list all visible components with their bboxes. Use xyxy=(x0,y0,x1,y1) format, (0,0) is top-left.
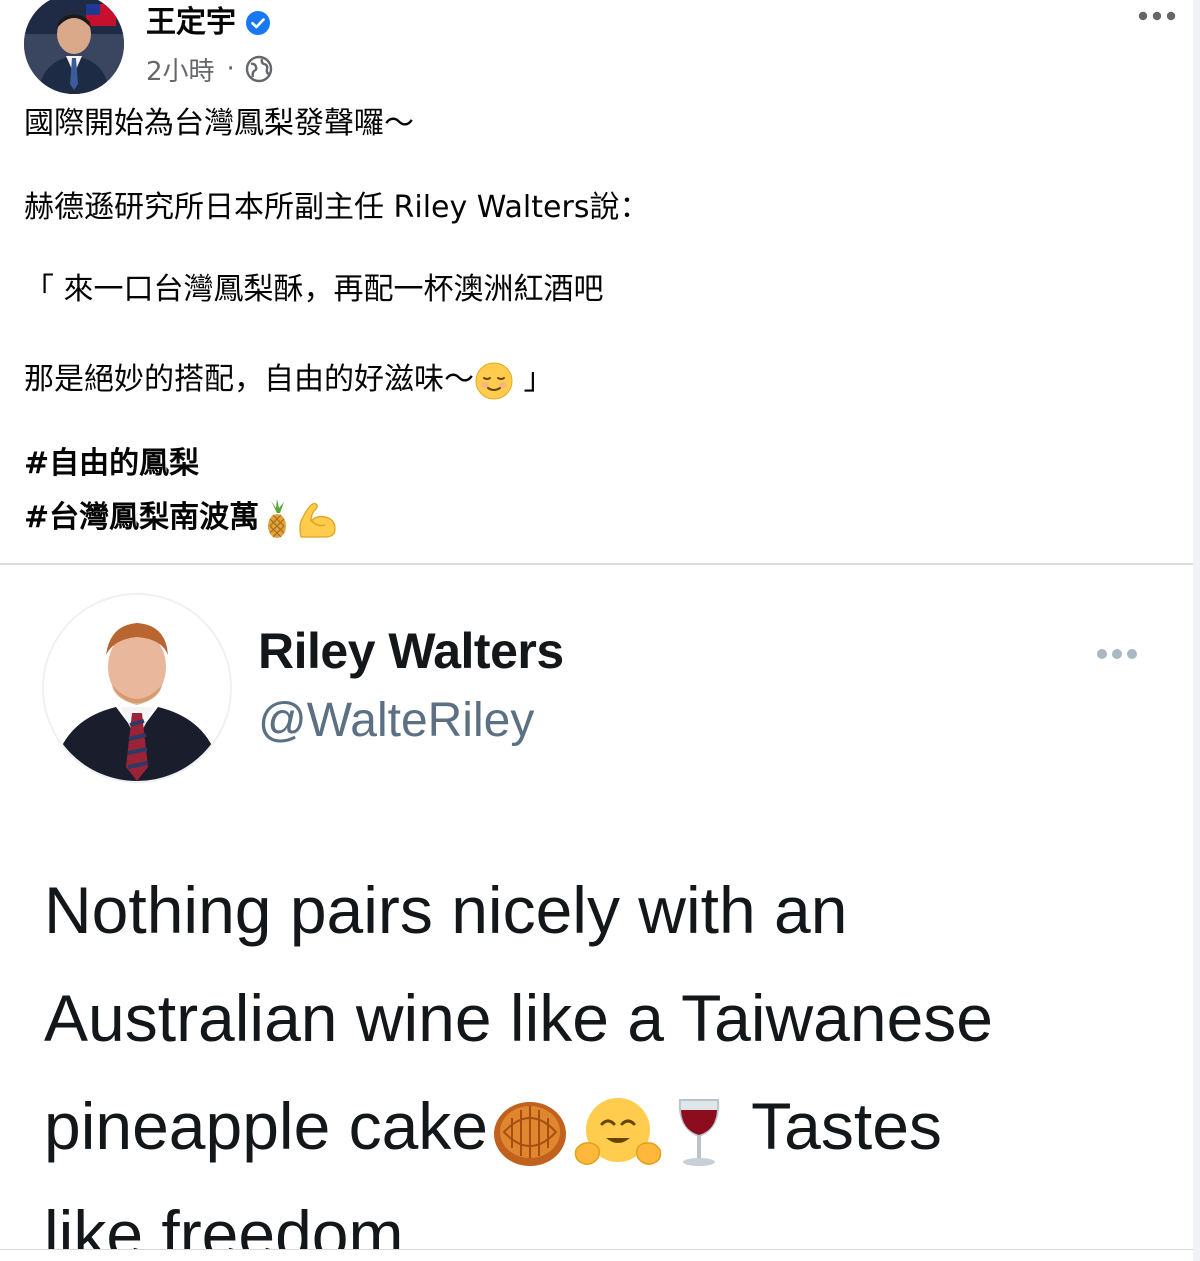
verified-badge-icon xyxy=(246,11,270,35)
author-name[interactable]: 王定宇 xyxy=(146,0,236,46)
post-line-1: 國際開始為台灣鳳梨發聲囉～ xyxy=(24,106,414,141)
globe-icon[interactable] xyxy=(245,55,273,83)
post-line-4: 那是絕妙的搭配，自由的好滋味～ 」 xyxy=(24,358,554,402)
author-avatar[interactable] xyxy=(24,0,124,94)
meta-separator: · xyxy=(226,54,235,84)
tweet-author-photo xyxy=(44,595,230,781)
pineapple-icon xyxy=(268,498,287,538)
moon-cake-icon xyxy=(494,1101,567,1166)
tweet-avatar xyxy=(44,595,230,781)
post-line-hashtag-2: #台灣鳳梨南波萬 xyxy=(24,496,339,540)
scrollbar[interactable] xyxy=(1193,0,1200,1261)
post-line-4-close: 」 xyxy=(514,362,554,397)
author-name-row: 王定宇 xyxy=(146,0,270,46)
tweet-line-2: Australian wine like a Taiwanese xyxy=(44,981,993,1055)
hashtag-link-1[interactable]: #自由的鳳梨 xyxy=(24,442,199,486)
tweet-image[interactable]: Riley Walters @WalteRiley Nothing pairs … xyxy=(0,565,1193,1249)
post-meta: 2小時 · xyxy=(146,51,273,88)
post-header: 王定宇 2小時 · xyxy=(0,0,1200,95)
post-line-3: 「 來一口台灣鳳梨酥，再配一杯澳洲紅酒吧 xyxy=(24,272,604,307)
tweet-more-icon xyxy=(1097,649,1137,659)
bottom-edge xyxy=(0,1249,1200,1261)
tweet-line-3-text: pineapple cake xyxy=(44,1089,489,1163)
more-options-icon[interactable] xyxy=(1134,2,1180,30)
hashtag-link-2[interactable]: #台灣鳳梨南波萬 xyxy=(24,500,259,535)
flexed-biceps-icon xyxy=(299,502,336,538)
tweet-author-name: Riley Walters xyxy=(258,623,564,679)
author-photo xyxy=(24,0,124,94)
smiling-face-icon xyxy=(475,362,513,399)
tweet-line-3: pineapple cake Tastes xyxy=(44,1086,942,1166)
tweet-author-handle: @WalteRiley xyxy=(258,694,535,747)
post-timestamp[interactable]: 2小時 xyxy=(146,51,215,88)
post-line-4-text: 那是絕妙的搭配，自由的好滋味～ xyxy=(24,362,474,397)
tweet-line-4: like freedom xyxy=(44,1197,404,1249)
post-line-2: 赫德遜研究所日本所副主任 Riley Walters說： xyxy=(24,190,650,225)
wine-glass-icon xyxy=(678,1098,720,1166)
tweet-line-1: Nothing pairs nicely with an xyxy=(44,873,848,947)
tweet-line-3-after: Tastes xyxy=(734,1089,942,1163)
hugging-face-icon xyxy=(574,1097,662,1165)
